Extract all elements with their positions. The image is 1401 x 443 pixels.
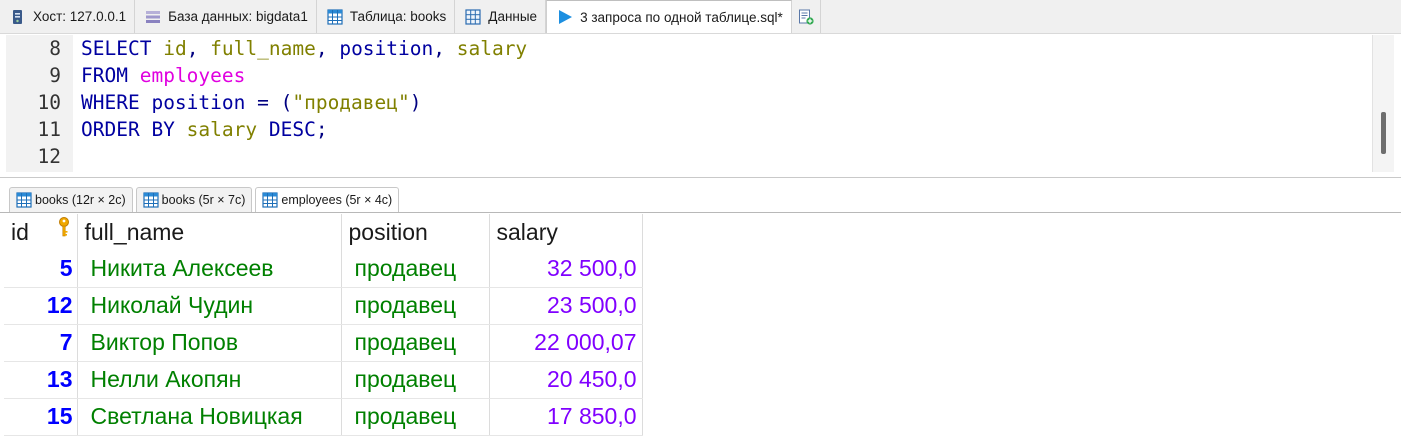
cell-salary[interactable]: 23 500,0 [489,287,643,325]
sql-punct: ) [409,91,422,114]
result-tab-bar: books (12r × 2c) books (5r × 7c) employe… [0,186,1401,213]
cell-id[interactable]: 7 [4,324,78,362]
primary-key-icon [57,216,71,243]
tab-query[interactable]: 3 запроса по одной таблице.sql* [546,0,792,33]
cell-id[interactable]: 15 [4,398,78,436]
sql-string: "продавец" [292,91,410,114]
sql-keyword: SELECT [81,37,152,60]
grid-icon [465,8,481,25]
code-line: WHERE position = ("продавец") [81,91,422,117]
result-tab-books-2[interactable]: books (5r × 7c) [135,187,253,212]
cell-position[interactable]: продавец [341,361,490,399]
sql-keyword: FROM [81,64,128,87]
table-row[interactable]: 13 Нелли Акопян продавец 20 450,0 [4,361,643,399]
scrollbar-thumb[interactable] [1381,112,1386,154]
sql-punct: , [315,37,340,60]
sql-keyword: WHERE [81,91,140,114]
sql-keyword: ORDER BY [81,118,175,141]
table-row[interactable]: 15 Светлана Новицкая продавец 17 850,0 [4,398,643,436]
tab-query-label: 3 запроса по одной таблице.sql* [580,9,783,25]
play-icon [557,9,573,25]
column-header-full-name[interactable]: full_name [77,214,342,250]
tab-table-label: Таблица: books [349,9,447,24]
sql-punct: , [433,37,457,60]
cell-id[interactable]: 12 [4,287,78,325]
table-icon [143,192,159,208]
result-tab-label: books (12r × 2c) [35,193,126,207]
code-line: SELECT id, full_name, position, salary [81,37,527,63]
sql-column: position [151,91,246,114]
table-row[interactable]: 5 Никита Алексеев продавец 32 500,0 [4,250,643,288]
result-grid[interactable]: id full_name position salary 5 Никита Ал… [4,214,643,436]
tab-table[interactable]: Таблица: books [317,0,456,33]
editor-vertical-scrollbar[interactable] [1372,35,1394,172]
cell-full-name[interactable]: Виктор Попов [77,324,342,362]
new-query-icon [798,9,814,25]
line-number: 10 [37,91,61,114]
result-tab-label: books (5r × 7c) [161,193,246,207]
line-number-gutter: 8 9 10 11 12 [6,35,73,172]
cell-position[interactable]: продавец [341,324,490,362]
sql-punct: = ( [245,91,293,114]
tab-database[interactable]: База данных: bigdata1 [135,0,317,33]
code-line: FROM employees [81,64,245,90]
sql-column: salary [456,37,528,60]
line-number: 11 [37,118,61,141]
cell-salary[interactable]: 17 850,0 [489,398,643,436]
column-header-label: id [11,218,29,245]
result-tab-label: employees (5r × 4c) [281,193,393,207]
sql-column: full_name [210,37,316,60]
sql-table-name: employees [139,64,246,87]
cell-full-name[interactable]: Нелли Акопян [77,361,342,399]
code-line: ORDER BY salary DESC; [81,118,328,144]
cell-salary[interactable]: 20 450,0 [489,361,643,399]
cell-full-name[interactable]: Светлана Новицкая [77,398,342,436]
cell-id[interactable]: 5 [4,250,78,288]
column-header-position[interactable]: position [341,214,490,250]
line-number: 12 [37,145,61,168]
tab-data-label: Данные [488,9,538,24]
sql-editor[interactable]: 8 9 10 11 12 SELECT id, full_name, posit… [0,35,1401,178]
tab-host[interactable]: Хост: 127.0.0.1 [0,0,136,33]
tab-data[interactable]: Данные [455,0,547,33]
sql-column: id [163,37,187,60]
query-tab-bar: Хост: 127.0.0.1 База данных: bigdata1 Та… [0,0,1401,34]
sql-punct: , [186,37,211,60]
grid-header-row: id full_name position salary [4,214,643,250]
column-header-id[interactable]: id [4,214,78,250]
cell-id[interactable]: 13 [4,361,78,399]
sql-keyword: DESC [268,118,316,141]
result-tab-books-1[interactable]: books (12r × 2c) [9,187,133,212]
cell-salary[interactable]: 32 500,0 [489,250,643,288]
line-number: 8 [49,37,61,60]
line-number: 9 [49,64,61,87]
result-tab-employees[interactable]: employees (5r × 4c) [255,187,400,212]
new-query-tab-button[interactable] [792,0,821,33]
tab-host-label: Хост: 127.0.0.1 [33,9,127,24]
table-row[interactable]: 7 Виктор Попов продавец 22 000,07 [4,324,643,362]
cell-position[interactable]: продавец [341,250,490,288]
sql-column: salary [186,118,258,141]
table-icon [16,192,32,208]
cell-position[interactable]: продавец [341,398,490,436]
server-icon [10,9,26,25]
cell-full-name[interactable]: Николай Чудин [77,287,342,325]
cell-position[interactable]: продавец [341,287,490,325]
table-row[interactable]: 12 Николай Чудин продавец 23 500,0 [4,287,643,325]
database-icon [145,9,161,25]
sql-punct: ; [315,118,328,141]
column-header-salary[interactable]: salary [489,214,643,250]
cell-salary[interactable]: 22 000,07 [489,324,643,362]
tab-database-label: База данных: bigdata1 [168,9,308,24]
table-icon [327,8,343,25]
cell-full-name[interactable]: Никита Алексеев [77,250,342,288]
sql-column: position [339,37,434,60]
table-icon [262,192,278,208]
